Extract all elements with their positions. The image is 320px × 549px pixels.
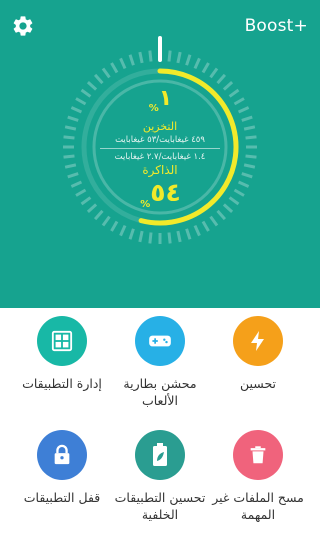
- memory-detail: ١.٤ غيغابايت/٢.٧ غيغابايت: [114, 152, 206, 162]
- background-apps-label: تحسين التطبيقات الخلفية: [114, 490, 206, 522]
- memory-percent: ٥٤%: [140, 178, 181, 210]
- gauge-tick: [201, 62, 210, 74]
- gauge-tick: [101, 67, 111, 79]
- gauge-ticks: [63, 50, 257, 244]
- background-apps-icon-circle: [135, 430, 185, 480]
- gauge-tick: [209, 67, 219, 79]
- storage-detail: ٤٥٩ غيغابايت/٥٣ غيغابايت: [115, 135, 205, 145]
- app-manager-label: إدارة التطبيقات: [22, 376, 102, 391]
- trash-icon: [250, 446, 266, 464]
- app-lock-button[interactable]: قفل التطبيقات: [7, 430, 117, 506]
- gauge-tick: [93, 73, 104, 85]
- gauge-tick: [201, 220, 210, 232]
- junk-cleaner-icon-circle: [233, 430, 283, 480]
- app-manager-button[interactable]: إدارة التطبيقات: [7, 316, 117, 392]
- optimize-icon-circle: [233, 316, 283, 366]
- game-booster-icon-circle: [135, 316, 185, 366]
- gauge-tick: [128, 228, 135, 240]
- gamepad-icon: [149, 335, 171, 347]
- game-booster-label: محشن بطارية الألعاب: [123, 376, 197, 408]
- gauge-tick: [216, 73, 227, 85]
- gauge-tick: [216, 209, 227, 221]
- gauge-tick: [119, 57, 127, 70]
- gauge-tick: [93, 209, 104, 221]
- lock-icon: [54, 444, 70, 465]
- junk-cleaner-button[interactable]: مسح الملفات غير المهمة: [203, 430, 313, 523]
- gauge-tick: [185, 228, 192, 240]
- junk-cleaner-label: مسح الملفات غير المهمة: [212, 490, 304, 522]
- gauge-divider: [100, 148, 220, 149]
- gauge-tick: [167, 232, 172, 244]
- storage-percent: ١%: [148, 86, 173, 114]
- battery-leaf-icon: [153, 443, 167, 466]
- background-apps-button[interactable]: تحسين التطبيقات الخلفية: [105, 430, 215, 523]
- storage-label: التخزين: [142, 120, 178, 133]
- app-grid-icon: [51, 330, 73, 352]
- gauge-tick: [176, 230, 182, 243]
- gauge-tick: [148, 50, 153, 62]
- gauge-tick: [101, 215, 111, 227]
- app-manager-icon-circle: [37, 316, 87, 366]
- memory-label: الذاكرة: [142, 163, 178, 177]
- optimize-button[interactable]: تحسين: [203, 316, 313, 392]
- gauge-tick: [185, 54, 192, 66]
- gauge-tick: [176, 51, 182, 64]
- app-lock-icon-circle: [37, 430, 87, 480]
- gauge-tick: [119, 224, 127, 237]
- gauge-tick: [193, 224, 201, 237]
- optimize-label: تحسين: [240, 376, 276, 391]
- gauge-tick: [138, 230, 144, 243]
- gauge-tick: [148, 232, 153, 244]
- game-booster-button[interactable]: محشن بطارية الألعاب: [105, 316, 215, 409]
- app-lock-label: قفل التطبيقات: [23, 490, 101, 505]
- lightning-icon: [251, 331, 264, 351]
- gauge-tick: [193, 57, 201, 70]
- gauge-tick: [110, 62, 119, 74]
- gauge-tick: [128, 54, 135, 66]
- gauge-tick: [110, 220, 119, 232]
- gauge-tick: [138, 51, 144, 64]
- gauge-tick: [209, 215, 219, 227]
- gauge-tick: [167, 50, 172, 62]
